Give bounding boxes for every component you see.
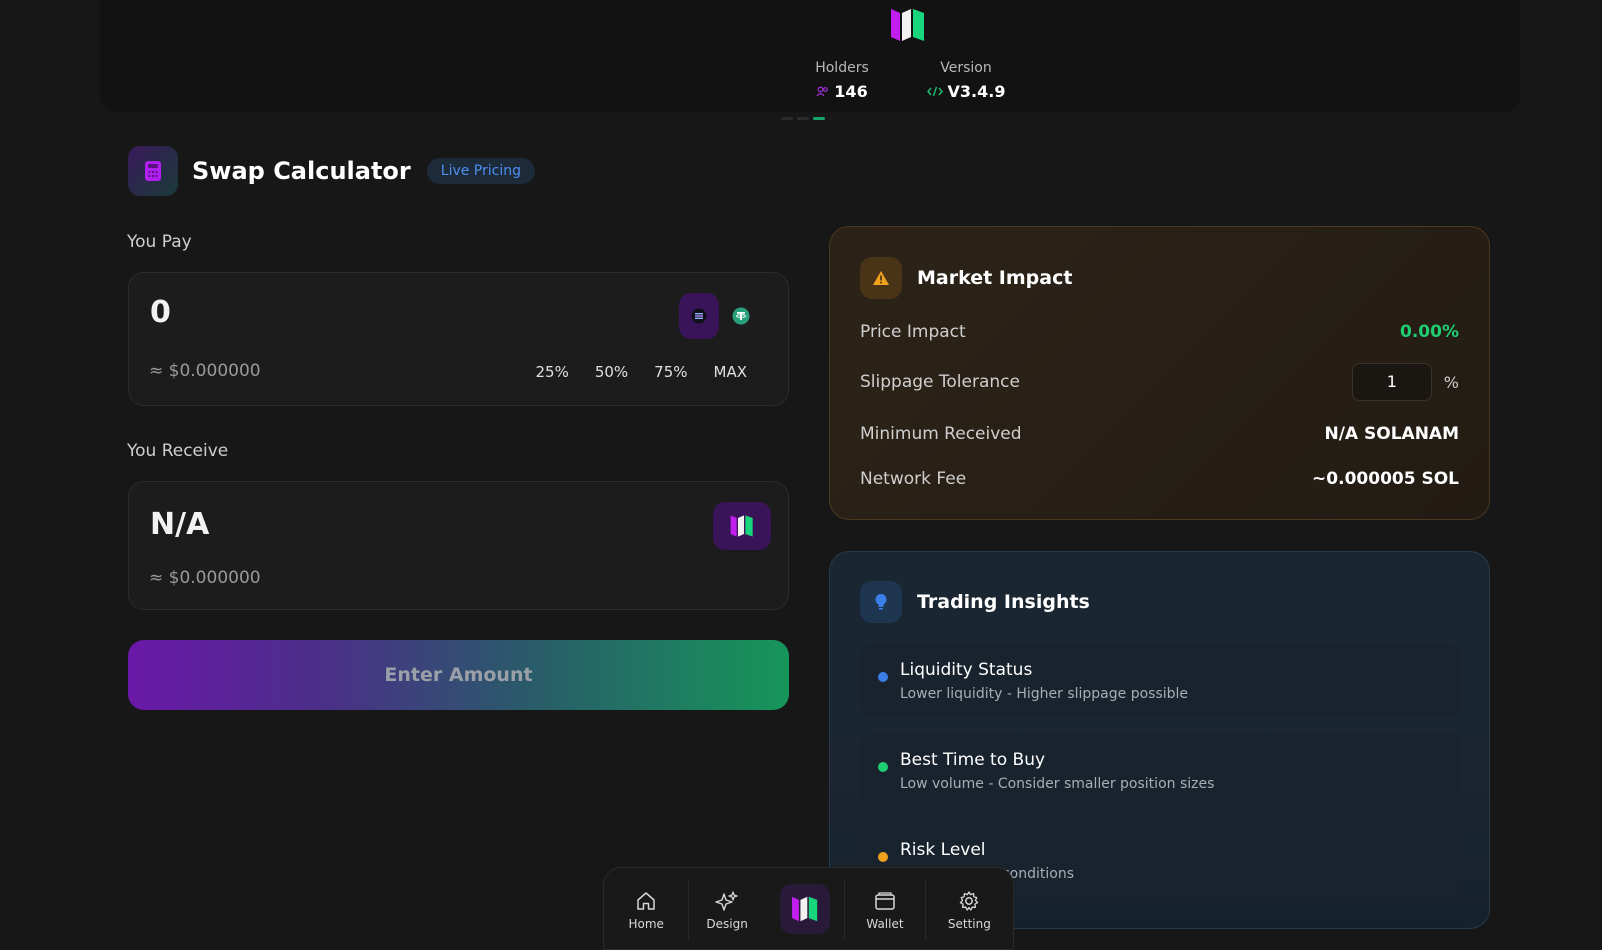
max-button[interactable]: MAX xyxy=(701,361,760,383)
nav-home-label: Home xyxy=(628,916,664,931)
wallet-icon xyxy=(874,887,896,915)
slippage-unit: % xyxy=(1443,372,1459,392)
carousel-dot[interactable] xyxy=(797,117,809,120)
min-received-value: N/A SOLANAM xyxy=(1324,424,1460,444)
gear-icon xyxy=(958,887,980,915)
insight-subtitle: Lower liquidity - Higher slippage possib… xyxy=(900,686,1189,702)
nav-design-label: Design xyxy=(706,916,748,931)
pay-amount-input[interactable]: 0 xyxy=(150,295,171,330)
nav-wallet[interactable]: Wallet xyxy=(845,868,924,949)
brand-token-icon xyxy=(730,515,753,537)
nav-home[interactable]: Home xyxy=(604,868,688,949)
status-dot-icon xyxy=(878,762,888,772)
code-icon xyxy=(926,86,943,97)
market-impact-card: Market Impact Price Impact 0.00% Slippag… xyxy=(829,226,1490,520)
slippage-input[interactable]: 1 xyxy=(1351,363,1432,401)
version-label: Version xyxy=(940,60,992,76)
trading-insights-header: Trading Insights xyxy=(860,581,1090,623)
carousel-dot-active[interactable] xyxy=(813,117,825,120)
status-dot-icon xyxy=(878,852,888,862)
insight-item: Best Time to Buy Low volume - Consider s… xyxy=(860,734,1461,808)
pay-usd-value: ≈ $0.000000 xyxy=(149,361,261,381)
sparkles-icon xyxy=(715,887,739,915)
lightbulb-icon xyxy=(860,581,902,623)
you-pay-label: You Pay xyxy=(127,232,192,252)
holders-value: 146 xyxy=(834,82,868,101)
insight-subtitle: Low volume - Consider smaller position s… xyxy=(900,776,1215,792)
insight-item: Liquidity Status Lower liquidity - Highe… xyxy=(860,644,1461,718)
min-received-row: Minimum Received N/A SOLANAM xyxy=(860,424,1459,444)
receive-card: N/A ≈ $0.000000 xyxy=(128,481,789,610)
holders-stat: Holders 146 xyxy=(800,60,884,101)
top-header: Holders 146 Version V3.4.9 xyxy=(100,0,1520,112)
calculator-icon xyxy=(128,146,178,196)
percent-75-button[interactable]: 75% xyxy=(641,361,700,383)
home-icon xyxy=(635,887,657,915)
nav-setting-label: Setting xyxy=(947,916,991,931)
receive-amount: N/A xyxy=(150,507,210,542)
users-icon xyxy=(816,86,829,97)
min-received-label: Minimum Received xyxy=(860,424,1022,444)
insight-title: Best Time to Buy xyxy=(900,750,1046,770)
status-dot-icon xyxy=(878,672,888,682)
version-stat: Version V3.4.9 xyxy=(926,60,1006,101)
market-impact-title: Market Impact xyxy=(917,267,1073,289)
version-value: V3.4.9 xyxy=(947,82,1006,101)
insight-title: Liquidity Status xyxy=(900,660,1033,680)
carousel-dots xyxy=(781,117,825,120)
brand-logo-icon xyxy=(891,9,924,41)
tether-icon xyxy=(732,307,750,325)
warning-icon xyxy=(860,257,902,299)
network-fee-label: Network Fee xyxy=(860,469,967,489)
network-fee-value: ~0.000005 SOL xyxy=(1312,469,1459,489)
nav-wallet-label: Wallet xyxy=(866,916,904,931)
nav-design[interactable]: Design xyxy=(689,868,764,949)
insight-title: Risk Level xyxy=(900,840,986,860)
percent-50-button[interactable]: 50% xyxy=(582,361,641,383)
network-fee-row: Network Fee ~0.000005 SOL xyxy=(860,469,1459,489)
solana-icon xyxy=(691,308,707,324)
swap-calculator-header: Swap Calculator Live Pricing xyxy=(128,146,535,196)
holders-label: Holders xyxy=(815,60,869,76)
receive-usd-value: ≈ $0.000000 xyxy=(149,568,261,588)
price-impact-row: Price Impact 0.00% xyxy=(860,322,1459,342)
price-impact-value: 0.00% xyxy=(1400,322,1459,342)
market-impact-header: Market Impact xyxy=(860,257,1072,299)
percent-buttons: 25% 50% 75% MAX xyxy=(522,361,760,383)
pay-card: 0 ≈ $0.000000 25% 50% 75% MAX xyxy=(128,272,789,406)
brand-center-icon xyxy=(779,883,830,934)
app-page: Holders 146 Version V3.4.9 Swap Calculat… xyxy=(0,0,1602,950)
receive-token-button[interactable] xyxy=(713,502,771,550)
slippage-label: Slippage Tolerance xyxy=(860,372,1020,392)
slippage-row: Slippage Tolerance 1 % xyxy=(860,363,1459,401)
trading-insights-title: Trading Insights xyxy=(917,591,1090,613)
enter-amount-button[interactable]: Enter Amount xyxy=(128,640,789,710)
percent-25-button[interactable]: 25% xyxy=(522,361,581,383)
nav-setting[interactable]: Setting xyxy=(926,868,1013,949)
usdt-token-button[interactable] xyxy=(721,293,761,339)
bottom-navigation: Home Design Wallet Setting xyxy=(603,867,1014,950)
sol-token-button[interactable] xyxy=(679,293,719,339)
price-impact-label: Price Impact xyxy=(860,322,966,342)
carousel-dot[interactable] xyxy=(781,117,793,120)
live-pricing-badge: Live Pricing xyxy=(426,158,535,184)
page-title: Swap Calculator xyxy=(192,157,411,185)
you-receive-label: You Receive xyxy=(127,441,229,461)
nav-center-brand[interactable] xyxy=(765,868,844,949)
